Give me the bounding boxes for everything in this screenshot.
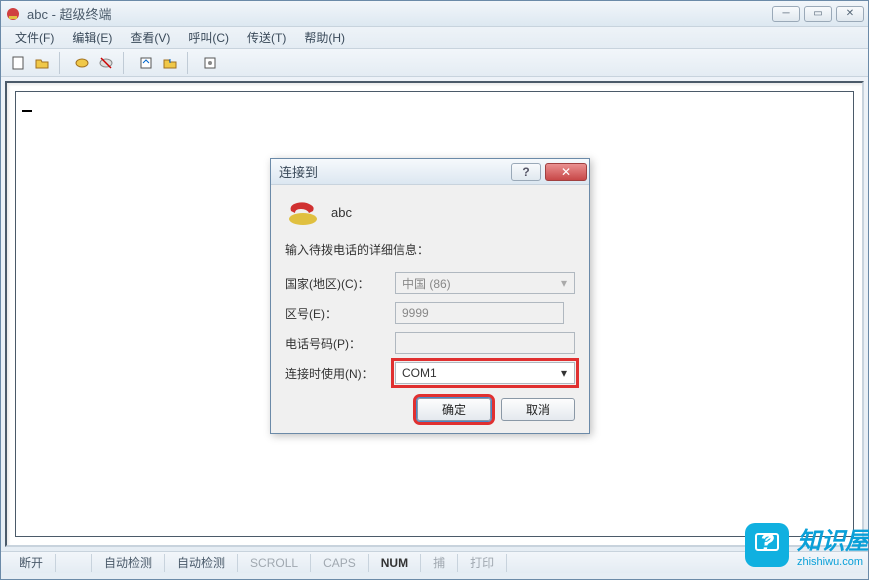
connection-name: abc	[331, 205, 352, 220]
menu-edit[interactable]: 编辑(E)	[64, 27, 120, 48]
label-area: 区号(E)：	[285, 305, 395, 322]
watermark: ? 知识屋 zhishiwu.com	[745, 521, 869, 568]
cursor	[22, 110, 32, 112]
disconnect-icon[interactable]	[95, 52, 117, 74]
row-connect: 连接时使用(N)： COM1 ▾	[285, 362, 575, 384]
dialog-help-button[interactable]: ?	[511, 163, 541, 181]
window-buttons: ─ ▭ ✕	[772, 6, 864, 22]
country-select[interactable]: 中国 (86) ▾	[395, 272, 575, 294]
send-icon[interactable]	[135, 52, 157, 74]
titlebar: abc - 超级终端 ─ ▭ ✕	[1, 1, 868, 27]
cancel-button[interactable]: 取消	[501, 398, 575, 421]
status-print: 打印	[458, 554, 507, 572]
separator	[123, 52, 129, 74]
status-caps: CAPS	[311, 554, 369, 572]
dialog-close-button[interactable]: ✕	[545, 163, 587, 181]
menubar: 文件(F) 编辑(E) 查看(V) 呼叫(C) 传送(T) 帮助(H)	[1, 27, 868, 49]
menu-call[interactable]: 呼叫(C)	[180, 27, 237, 48]
status-connection: 断开	[7, 554, 56, 572]
menu-transfer[interactable]: 传送(T)	[239, 27, 294, 48]
status-autodetect2: 自动检测	[165, 554, 238, 572]
dialog-buttons: 确定 取消	[285, 398, 575, 421]
watermark-text: 知识屋 zhishiwu.com	[797, 521, 869, 568]
watermark-brand: 知识屋	[797, 528, 869, 555]
phone-input[interactable]	[395, 332, 575, 354]
row-phone: 电话号码(P)：	[285, 332, 575, 354]
status-num: NUM	[369, 554, 421, 572]
phone-icon	[285, 197, 321, 227]
status-scroll: SCROLL	[238, 554, 311, 572]
statusbar: 断开 自动检测 自动检测 SCROLL CAPS NUM 捕 打印	[1, 551, 868, 573]
label-connect: 连接时使用(N)：	[285, 365, 395, 382]
status-capture: 捕	[421, 554, 458, 572]
minimize-button[interactable]: ─	[772, 6, 800, 22]
status-spacer	[56, 554, 92, 572]
connect-dialog: 连接到 ? ✕ abc 输入待拨电话的详细信息： 国家(地区)(C)： 中国 (…	[270, 158, 590, 434]
country-value: 中国 (86)	[402, 275, 451, 292]
connect-using-select[interactable]: COM1 ▾	[395, 362, 575, 384]
label-country: 国家(地区)(C)：	[285, 275, 395, 292]
connect-value: COM1	[402, 366, 437, 380]
close-button[interactable]: ✕	[836, 6, 864, 22]
dialog-prompt: 输入待拨电话的详细信息：	[285, 241, 575, 258]
watermark-icon: ?	[745, 523, 789, 567]
window-title: abc - 超级终端	[27, 4, 766, 23]
row-area: 区号(E)：	[285, 302, 575, 324]
dialog-header: abc	[285, 197, 575, 227]
dialog-title: 连接到	[279, 162, 507, 181]
row-country: 国家(地区)(C)： 中国 (86) ▾	[285, 272, 575, 294]
new-icon[interactable]	[7, 52, 29, 74]
status-autodetect1: 自动检测	[92, 554, 165, 572]
call-icon[interactable]	[71, 52, 93, 74]
app-icon	[5, 6, 21, 22]
ok-button[interactable]: 确定	[417, 398, 491, 421]
watermark-domain: zhishiwu.com	[797, 556, 869, 568]
dialog-body: abc 输入待拨电话的详细信息： 国家(地区)(C)： 中国 (86) ▾ 区号…	[271, 185, 589, 433]
properties-icon[interactable]	[199, 52, 221, 74]
separator	[187, 52, 193, 74]
label-phone: 电话号码(P)：	[285, 335, 395, 352]
maximize-button[interactable]: ▭	[804, 6, 832, 22]
menu-view[interactable]: 查看(V)	[122, 27, 178, 48]
menu-help[interactable]: 帮助(H)	[296, 27, 353, 48]
toolbar	[1, 49, 868, 77]
area-input[interactable]	[395, 302, 564, 324]
menu-file[interactable]: 文件(F)	[7, 27, 62, 48]
chevron-down-icon: ▾	[556, 366, 572, 380]
receive-icon[interactable]	[159, 52, 181, 74]
separator	[59, 52, 65, 74]
open-icon[interactable]	[31, 52, 53, 74]
chevron-down-icon: ▾	[556, 276, 572, 290]
dialog-titlebar: 连接到 ? ✕	[271, 159, 589, 185]
